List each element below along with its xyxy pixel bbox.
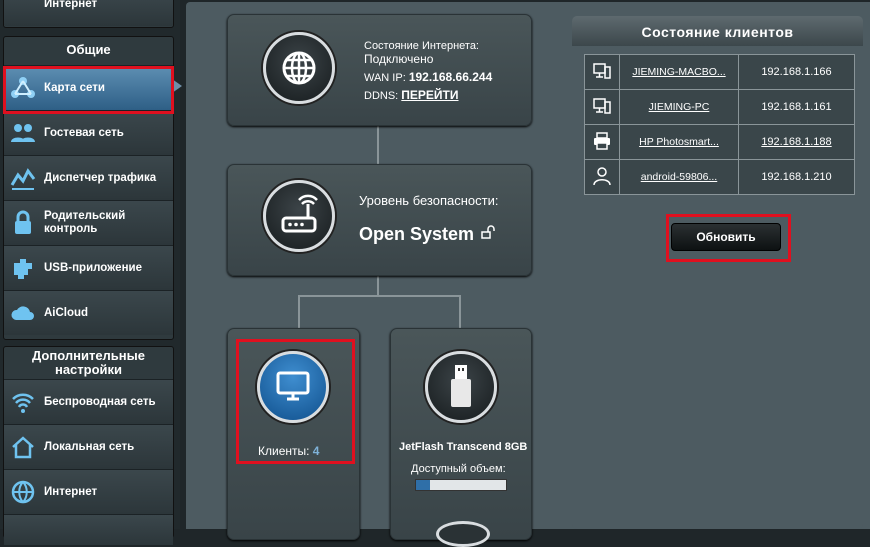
- sidebar-item-parental-control[interactable]: Родительский контроль: [4, 200, 173, 245]
- ddns-row: DDNS: ПЕРЕЙТИ: [364, 88, 459, 102]
- person-icon: [584, 159, 620, 195]
- usb-app-icon: [14, 259, 32, 279]
- usb-device-card[interactable]: JetFlash Transcend 8GB Доступный объем:: [390, 328, 532, 540]
- pc-icon: [584, 89, 620, 125]
- internet-status-value: Подключено: [364, 52, 434, 66]
- router-icon: [263, 180, 335, 252]
- client-row[interactable]: JIEMING-MACBO... 192.168.1.166: [584, 54, 855, 90]
- wan-ip-label: WAN IP:: [364, 72, 406, 84]
- connector-line: [377, 125, 379, 165]
- sidebar-item-guest-network[interactable]: Гостевая сеть: [4, 110, 173, 155]
- highlight-network-map: [3, 66, 174, 114]
- sidebar-item-wan[interactable]: Интернет: [4, 469, 173, 514]
- client-ip: 192.168.1.210: [738, 159, 855, 195]
- aicloud-icon: [11, 306, 34, 320]
- sidebar-item-label: Беспроводная сеть: [44, 395, 156, 408]
- client-table: JIEMING-MACBO... 192.168.1.166 JIEMING-PC 1…: [584, 54, 855, 195]
- sidebar-item-label: USB-приложение: [44, 261, 142, 274]
- sidebar-item-label: Интернет: [44, 485, 98, 498]
- client-ip: 192.168.1.166: [738, 54, 855, 90]
- sidebar-item-label: AiCloud: [44, 306, 89, 319]
- client-status-title: Состояние клиентов: [572, 16, 863, 46]
- sidebar-item-label: Диспетчер трафика: [44, 171, 157, 184]
- router-security-card[interactable]: Уровень безопасности: Open System: [227, 164, 532, 276]
- usb-device-name: JetFlash Transcend 8GB: [399, 441, 528, 453]
- sidebar-item-label: Гостевая сеть: [44, 126, 124, 139]
- wan-ip-value: 192.168.66.244: [408, 70, 493, 84]
- sidebar-item-lan[interactable]: Локальная сеть: [4, 424, 173, 469]
- client-name-link[interactable]: JIEMING-MACBO...: [619, 54, 739, 90]
- connector-line: [459, 295, 461, 329]
- sidebar-item-traffic-manager[interactable]: Диспетчер трафика: [4, 155, 173, 200]
- connector-line: [298, 295, 300, 329]
- additional-device-icon: [436, 521, 490, 547]
- usb-capacity-bar: [415, 479, 507, 491]
- internet-globe-icon: [263, 32, 335, 104]
- sidebar-item-internet-top[interactable]: Интернет: [4, 0, 173, 26]
- sidebar-item-partial[interactable]: [4, 514, 173, 545]
- internet-status-card[interactable]: Состояние Интернета: Подключено WAN IP: …: [227, 14, 532, 126]
- unlock-icon: [481, 225, 495, 239]
- client-row[interactable]: JIEMING-PC 192.168.1.161: [584, 89, 855, 125]
- parental-control-icon: [15, 210, 31, 234]
- usb-drive-icon: [425, 351, 497, 423]
- lan-icon: [12, 436, 34, 459]
- sidebar-item-usb-app[interactable]: USB-приложение: [4, 245, 173, 290]
- highlight-refresh-button: [666, 214, 791, 262]
- general-header: Общие: [66, 42, 111, 57]
- usb-capacity-label: Доступный объем:: [411, 463, 506, 475]
- ddns-link[interactable]: ПЕРЕЙТИ: [401, 88, 458, 102]
- client-ip: 192.168.1.161: [738, 89, 855, 125]
- sidebar-item-label: Родительский контроль: [44, 210, 126, 235]
- client-ip[interactable]: 192.168.1.188: [738, 124, 855, 160]
- sidebar-item-aicloud[interactable]: AiCloud: [4, 290, 173, 335]
- wireless-icon: [12, 393, 34, 413]
- traffic-manager-icon: [10, 168, 36, 190]
- client-row[interactable]: android-59806... 192.168.1.210: [584, 159, 855, 195]
- security-level-value: Open System: [359, 224, 475, 244]
- usb-capacity-fill: [416, 480, 430, 490]
- ddns-label: DDNS:: [364, 90, 399, 102]
- highlight-clients: [236, 339, 355, 464]
- client-name-link[interactable]: android-59806...: [619, 159, 739, 195]
- client-row[interactable]: HP Photosmart... 192.168.1.188: [584, 124, 855, 160]
- guest-network-icon: [11, 124, 35, 142]
- connector-line: [298, 295, 460, 297]
- printer-icon: [584, 124, 620, 160]
- internet-status-label: Состояние Интернета:: [364, 40, 479, 52]
- pc-icon: [584, 54, 620, 90]
- wan-globe-icon: [11, 480, 35, 504]
- wan-ip-row: WAN IP: 192.168.66.244: [364, 70, 492, 84]
- advanced-header: Дополнительные настройки: [32, 348, 145, 377]
- client-name-link[interactable]: HP Photosmart...: [619, 124, 739, 160]
- advanced-menu: Дополнительные настройки Беспроводная се…: [3, 346, 174, 545]
- connector-line: [377, 274, 379, 296]
- sidebar-item-label: Интернет: [44, 0, 98, 10]
- client-name-link[interactable]: JIEMING-PC: [619, 89, 739, 125]
- security-level-label: Уровень безопасности:: [359, 193, 499, 208]
- sidebar-item-label: Локальная сеть: [44, 440, 135, 453]
- sidebar: Интернет Общие Карта сети Гостевая сеть …: [0, 0, 182, 545]
- sidebar-top-block: Интернет: [3, 0, 174, 28]
- sidebar-item-wireless[interactable]: Беспроводная сеть: [4, 379, 173, 424]
